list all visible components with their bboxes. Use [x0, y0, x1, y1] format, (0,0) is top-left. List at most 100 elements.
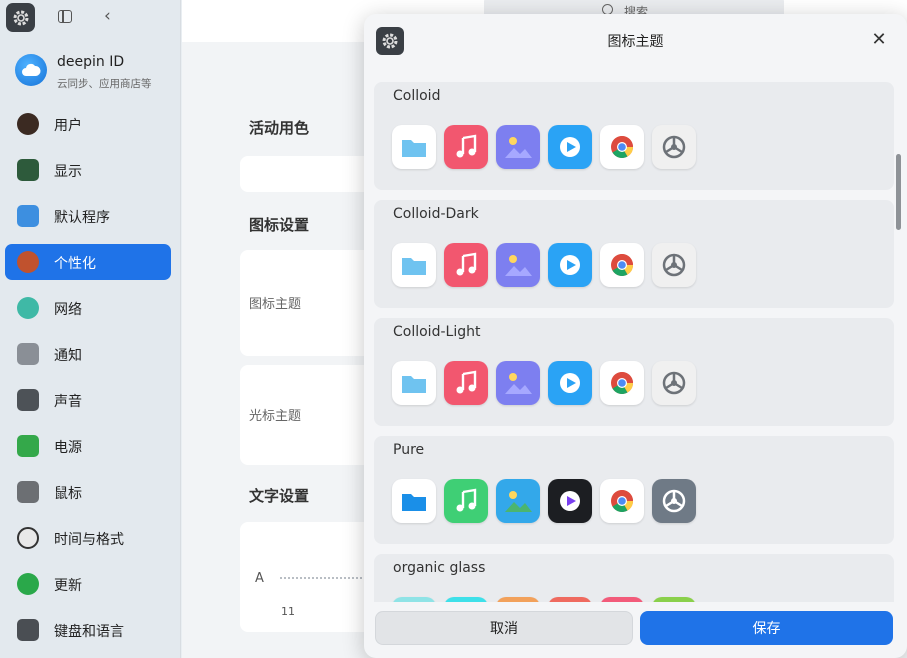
icon-theme-label: 图标主题 — [249, 297, 302, 312]
dialog-title: 图标主题 — [607, 34, 664, 50]
cursor-theme-label: 光标主题 — [249, 409, 302, 424]
sidebar-item-3[interactable]: 个性化 — [5, 244, 171, 280]
icon-theme-option[interactable]: Colloid — [374, 82, 894, 190]
app-icon-red — [548, 597, 592, 602]
sidebar-item-label: 声音 — [54, 394, 82, 410]
sidebar-item-7[interactable]: 电源 — [5, 428, 171, 464]
video-player-icon — [548, 361, 592, 405]
icon-theme-name: organic glass — [393, 560, 486, 576]
chrome-icon — [600, 361, 644, 405]
sidebar-item-label: 网络 — [54, 302, 82, 318]
sidebar-item-label: 鼠标 — [54, 486, 82, 502]
sidebar-item-1[interactable]: 显示 — [5, 152, 171, 188]
icon-theme-option[interactable]: Pure — [374, 436, 894, 544]
video-player-icon — [548, 243, 592, 287]
speaker-icon — [17, 389, 39, 411]
chrome-icon — [600, 479, 644, 523]
font-size-tick-label: 11 — [281, 605, 295, 618]
icon-theme-option[interactable]: Colloid-Dark — [374, 200, 894, 308]
font-size-small-a: A — [255, 571, 264, 586]
sidebar-item-6[interactable]: 声音 — [5, 382, 171, 418]
font-size-slider[interactable] — [280, 577, 370, 579]
update-icon — [17, 573, 39, 595]
deepin-id-entry[interactable]: deepin ID 云同步、应用商店等 — [12, 50, 177, 96]
notification-bell-icon — [17, 343, 39, 365]
close-icon[interactable]: ✕ — [869, 30, 889, 50]
icon-theme-option[interactable]: Colloid-Light — [374, 318, 894, 426]
chrome-icon — [600, 243, 644, 287]
sidebar-item-label: 更新 — [54, 578, 82, 594]
display-icon — [17, 159, 39, 181]
user-icon — [17, 113, 39, 135]
music-icon — [444, 125, 488, 169]
sidebar-item-label: 个性化 — [54, 256, 96, 272]
scrollbar-thumb[interactable] — [896, 154, 901, 230]
browser-icon — [444, 597, 488, 602]
video-player-icon — [548, 479, 592, 523]
app-icon-green — [652, 597, 696, 602]
settings-gear-icon — [652, 479, 696, 523]
keyboard-icon — [17, 619, 39, 641]
music-icon — [444, 361, 488, 405]
sidebar-item-4[interactable]: 网络 — [5, 290, 171, 326]
sidebar-item-5[interactable]: 通知 — [5, 336, 171, 372]
icon-preview-row — [392, 125, 696, 169]
icon-preview-row — [392, 479, 696, 523]
chrome-icon — [600, 125, 644, 169]
photos-icon — [496, 243, 540, 287]
photos-icon — [496, 361, 540, 405]
settings-gear-icon — [652, 125, 696, 169]
sidebar-item-label: 通知 — [54, 348, 82, 364]
icon-theme-name: Colloid — [393, 88, 441, 104]
music-icon — [444, 243, 488, 287]
folder-icon — [392, 125, 436, 169]
section-title-active-color: 活动用色 — [249, 119, 310, 137]
icon-theme-name: Colloid-Light — [393, 324, 481, 340]
cloud-icon — [15, 54, 47, 86]
icon-theme-list[interactable]: Colloid Colloid-Dark Colloid-Light Pure orga… — [374, 82, 894, 602]
default-apps-icon — [17, 205, 39, 227]
sidebar-item-11[interactable]: 键盘和语言 — [5, 612, 171, 648]
icon-theme-name: Colloid-Dark — [393, 206, 479, 222]
clock-icon — [17, 527, 39, 549]
save-button[interactable]: 保存 — [640, 611, 893, 645]
icon-preview-row — [392, 243, 696, 287]
folder-icon — [392, 597, 436, 602]
deepin-id-subtitle: 云同步、应用商店等 — [57, 78, 152, 90]
video-player-icon — [548, 125, 592, 169]
sidebar-item-10[interactable]: 更新 — [5, 566, 171, 602]
battery-icon — [17, 435, 39, 457]
back-chevron-icon[interactable]: ‹ — [104, 8, 111, 25]
icon-theme-name: Pure — [393, 442, 425, 458]
package-icon — [496, 597, 540, 602]
icon-preview-row — [392, 361, 696, 405]
settings-gear-icon — [652, 361, 696, 405]
app-icon-pink — [600, 597, 644, 602]
sidebar-item-0[interactable]: 用户 — [5, 106, 171, 142]
mouse-icon — [17, 481, 39, 503]
folder-icon — [392, 479, 436, 523]
sidebar-item-label: 键盘和语言 — [54, 624, 124, 640]
cancel-button[interactable]: 取消 — [375, 611, 633, 645]
sidebar-item-2[interactable]: 默认程序 — [5, 198, 171, 234]
sidebar-item-label: 时间与格式 — [54, 532, 124, 548]
icon-preview-row — [392, 597, 696, 602]
music-icon — [444, 479, 488, 523]
sidebar-item-label: 默认程序 — [54, 210, 110, 226]
control-center-app-icon — [6, 3, 35, 32]
section-title-icon-settings: 图标设置 — [249, 216, 310, 234]
folder-icon — [392, 361, 436, 405]
sidebar-toggle-icon[interactable] — [58, 10, 72, 23]
sidebar-item-9[interactable]: 时间与格式 — [5, 520, 171, 556]
sidebar-item-label: 显示 — [54, 164, 82, 180]
sidebar-item-label: 用户 — [54, 118, 82, 134]
icon-theme-option[interactable]: organic glass — [374, 554, 894, 602]
sidebar-header: ‹ — [0, 0, 181, 36]
icon-theme-dialog: 图标主题 ✕ Colloid Colloid-Dark Colloid-Light P… — [364, 14, 907, 658]
photos-icon — [496, 479, 540, 523]
sidebar-item-label: 电源 — [54, 440, 82, 456]
folder-icon — [392, 243, 436, 287]
settings-gear-icon — [652, 243, 696, 287]
sidebar-item-8[interactable]: 鼠标 — [5, 474, 171, 510]
deepin-id-title: deepin ID — [57, 54, 125, 70]
